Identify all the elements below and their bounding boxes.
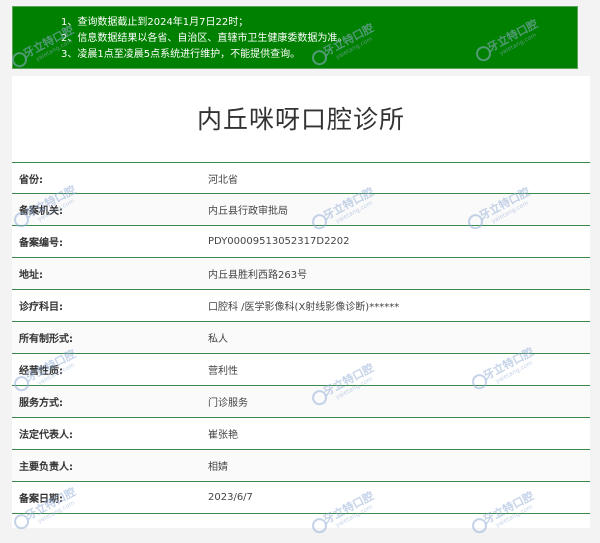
table-row-principal: 主要负责人: 相婧: [12, 450, 590, 482]
field-value: 2023/6/7: [208, 492, 253, 503]
field-label: 经营性质:: [19, 366, 63, 377]
field-value: 河北省: [208, 174, 238, 186]
field-label: 备案机关:: [19, 206, 63, 217]
notice-banner: 1、查询数据截止到2024年1月7日22时； 2、信息数据结果以各省、自治区、直…: [12, 6, 578, 69]
clinic-info-table: 省份: 河北省 备案机关: 内丘县行政审批局 备案编号: PDY00009513…: [12, 162, 590, 514]
field-value: 崔张艳: [208, 430, 238, 441]
field-value: 口腔科 /医学影像科(X射线影像诊断)******: [208, 302, 400, 313]
clinic-title: 内丘咪呀口腔诊所: [196, 105, 405, 134]
field-value: 私人: [208, 334, 228, 345]
field-label: 服务方式:: [19, 398, 63, 409]
table-row-service-mode: 服务方式: 门诊服务: [12, 386, 590, 418]
clinic-info-card: 内丘咪呀口腔诊所 省份: 河北省 备案机关: 内丘县行政审批局 备案编号: PD…: [12, 76, 590, 528]
field-label: 备案日期:: [19, 494, 63, 505]
notice-line-1: 1、查询数据截止到2024年1月7日22时；: [61, 17, 249, 28]
table-row-province: 省份: 河北省: [12, 162, 590, 194]
field-label: 省份:: [19, 174, 43, 186]
table-row-record-date: 备案日期: 2023/6/7: [12, 482, 590, 514]
table-row-ownership: 所有制形式: 私人: [12, 322, 590, 354]
field-label: 诊疗科目:: [19, 302, 63, 313]
field-value: 内丘县行政审批局: [208, 206, 288, 217]
notice-line-3: 3、凌晨1点至凌晨5点系统进行维护，不能提供查询。: [61, 49, 301, 60]
notice-line-2: 2、信息数据结果以各省、自治区、直辖市卫生健康委数据为准。: [61, 33, 348, 44]
field-label: 地址:: [19, 270, 43, 281]
table-row-departments: 诊疗科目: 口腔科 /医学影像科(X射线影像诊断)******: [12, 290, 590, 322]
table-row-record-number: 备案编号: PDY00009513052317D2202: [12, 226, 590, 258]
field-value: 门诊服务: [208, 398, 248, 409]
field-label: 法定代表人:: [19, 430, 73, 441]
field-label: 所有制形式:: [19, 334, 73, 345]
field-value: 内丘县胜利西路263号: [208, 270, 308, 281]
table-row-authority: 备案机关: 内丘县行政审批局: [12, 194, 590, 226]
field-value: 相婧: [208, 462, 228, 473]
table-row-address: 地址: 内丘县胜利西路263号: [12, 258, 590, 290]
field-value: PDY00009513052317D2202: [208, 236, 350, 247]
field-label: 备案编号:: [19, 238, 63, 249]
field-label: 主要负责人:: [19, 462, 73, 473]
table-row-legal-rep: 法定代表人: 崔张艳: [12, 418, 590, 450]
field-value: 营利性: [208, 366, 238, 377]
table-row-business-nature: 经营性质: 营利性: [12, 354, 590, 386]
